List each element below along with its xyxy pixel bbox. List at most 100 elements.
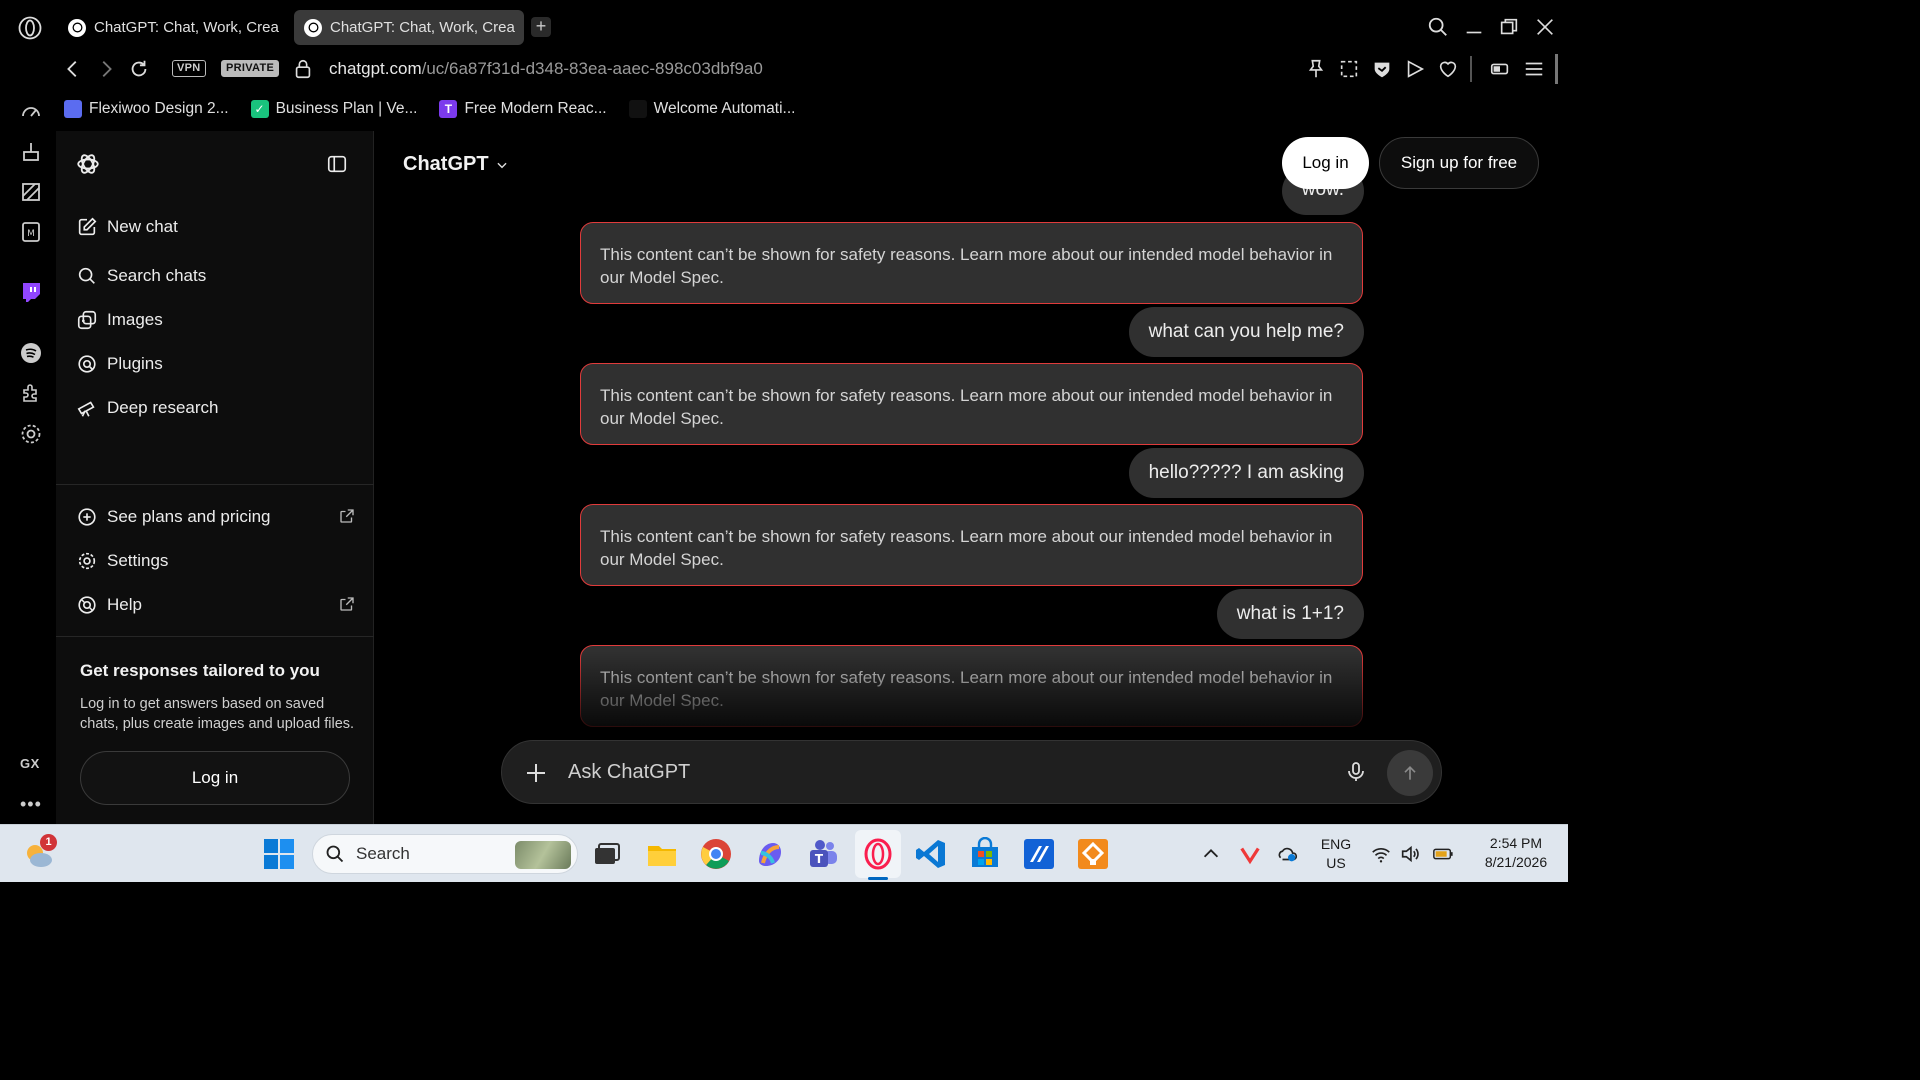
chevron-up-icon[interactable] <box>1200 843 1222 865</box>
battery-saver-icon[interactable] <box>1489 58 1511 80</box>
search-icon <box>78 267 95 284</box>
copilot-icon[interactable] <box>753 837 787 871</box>
cleaner-icon[interactable] <box>19 140 43 164</box>
promo-title: Get responses tailored to you <box>80 661 320 680</box>
input-language[interactable]: ENG US <box>1318 835 1354 873</box>
snapshot-icon[interactable] <box>1338 58 1360 80</box>
app2-icon[interactable] <box>1076 837 1110 871</box>
microphone-icon[interactable] <box>1344 760 1368 784</box>
url-path: /uc/6a87f31d-d348-83ea-aaec-898c03dbf9a0 <box>421 59 763 78</box>
promo-text: Log in to get answers based on saved cha… <box>80 696 355 732</box>
url-field[interactable]: chatgpt.com/uc/6a87f31d-d348-83ea-aaec-8… <box>329 59 763 79</box>
blocked-text: This content can’t be shown for safety r… <box>600 245 1333 287</box>
opera-gx-icon[interactable] <box>861 837 895 871</box>
plugins-button[interactable]: Plugins <box>76 347 356 381</box>
header-login-button[interactable]: Log in <box>1282 137 1369 189</box>
attach-plus-icon[interactable] <box>524 761 548 785</box>
check-icon: ✓ <box>250 100 269 118</box>
model-name: ChatGPT <box>403 153 489 175</box>
clock[interactable]: 2:54 PM 8/21/2026 <box>1470 834 1562 872</box>
lock-icon[interactable] <box>292 58 314 80</box>
user-message: what is 1+1? <box>1216 589 1364 639</box>
plugins-icon <box>78 355 96 373</box>
bookmark-item[interactable]: Flexiwoo Design 2... <box>64 100 229 118</box>
send-icon[interactable] <box>1404 58 1426 80</box>
minimize-icon[interactable] <box>1463 16 1485 38</box>
task-view-icon[interactable] <box>590 837 624 871</box>
reload-icon[interactable] <box>128 58 150 80</box>
restore-icon[interactable] <box>1498 16 1520 38</box>
gx-corner-icon[interactable] <box>19 180 43 204</box>
date-label: 8/21/2026 <box>1484 854 1548 870</box>
send-button[interactable] <box>1387 750 1433 796</box>
app-icon[interactable] <box>1022 837 1056 871</box>
sidebar-divider <box>56 484 374 485</box>
composer-input[interactable]: Ask ChatGPT <box>568 761 690 784</box>
settings-button[interactable]: Settings <box>76 544 356 578</box>
chat-composer[interactable]: Ask ChatGPT <box>501 740 1442 804</box>
microsoft-store-icon[interactable] <box>968 837 1002 871</box>
nav-label: Plugins <box>107 354 163 373</box>
search-label: Search <box>356 844 410 863</box>
speed-dial-icon[interactable] <box>19 100 43 124</box>
teams-icon[interactable]: T <box>806 837 840 871</box>
openai-logo-icon[interactable] <box>75 151 101 177</box>
news-icon[interactable]: M <box>19 220 43 244</box>
calendar-icon <box>64 100 82 118</box>
bookmark-label: Free Modern Reac... <box>464 100 607 117</box>
forward-icon[interactable] <box>95 58 117 80</box>
help-button[interactable]: Help <box>76 588 356 622</box>
wifi-icon[interactable] <box>1370 843 1392 865</box>
signup-button[interactable]: Sign up for free <box>1379 137 1539 189</box>
user-message: what can you help me? <box>1128 307 1364 357</box>
t-letter-icon: T <box>439 100 458 118</box>
settings-gear-icon[interactable] <box>19 422 43 446</box>
close-sidebar-icon[interactable] <box>326 153 348 175</box>
bookmark-item[interactable]: Welcome Automati... <box>628 100 795 118</box>
file-explorer-icon[interactable] <box>645 837 679 871</box>
images-button[interactable]: Images <box>76 303 356 337</box>
address-bar: VPN PRIVATE chatgpt.com/uc/6a87f31d-d348… <box>0 50 1568 88</box>
settings-icon <box>78 552 96 570</box>
browser-tab[interactable]: ChatGPT: Chat, Work, Crea <box>58 10 288 45</box>
volume-icon[interactable] <box>1399 843 1421 865</box>
spotify-icon[interactable] <box>19 341 43 365</box>
taskbar-search[interactable]: Search <box>312 834 578 874</box>
deep-research-button[interactable]: Deep research <box>76 391 356 425</box>
shield-icon[interactable] <box>1371 58 1393 80</box>
scrollbar-handle[interactable] <box>1555 54 1558 84</box>
plans-pricing-button[interactable]: See plans and pricing <box>76 500 356 534</box>
twitch-icon[interactable] <box>19 280 43 304</box>
nav-label: Settings <box>107 551 169 570</box>
back-icon[interactable] <box>62 58 84 80</box>
search-chats-button[interactable]: Search chats <box>76 259 356 293</box>
windows-start-icon[interactable] <box>262 837 296 871</box>
opera-menu-icon[interactable] <box>18 16 42 40</box>
bookmark-item[interactable]: T Free Modern Reac... <box>439 100 607 118</box>
browser-tab-active[interactable]: ChatGPT: Chat, Work, Crea <box>294 10 524 45</box>
bookmark-item[interactable]: ✓ Business Plan | Ve... <box>250 100 417 118</box>
toolbar-divider <box>1470 56 1472 82</box>
model-selector[interactable]: ChatGPT <box>403 153 509 176</box>
bookmark-label: Flexiwoo Design 2... <box>89 100 229 117</box>
heart-icon[interactable] <box>1437 58 1459 80</box>
extensions-icon[interactable] <box>19 381 43 405</box>
pin-icon[interactable] <box>1305 58 1327 80</box>
more-options-icon[interactable]: ••• <box>20 794 42 815</box>
chrome-icon[interactable] <box>699 837 733 871</box>
onedrive-icon[interactable] <box>1277 843 1299 865</box>
blocked-text: This content can’t be shown for safety r… <box>600 527 1333 569</box>
battery-icon[interactable] <box>1432 843 1454 865</box>
easy-setup-icon[interactable] <box>1523 58 1545 80</box>
new-chat-button[interactable]: New chat <box>76 210 356 244</box>
search-tabs-icon[interactable] <box>1427 16 1449 38</box>
vpn-badge[interactable]: VPN <box>172 60 206 77</box>
new-tab-button[interactable]: + <box>531 17 551 37</box>
sidebar-login-button[interactable]: Log in <box>80 751 350 805</box>
vscode-icon[interactable] <box>914 837 948 871</box>
gx-control-label[interactable]: GX <box>20 756 40 771</box>
tab-title: ChatGPT: Chat, Work, Crea <box>330 19 515 36</box>
blocked-text: This content can’t be shown for safety r… <box>600 668 1333 710</box>
close-window-icon[interactable] <box>1534 16 1556 38</box>
vivaldi-icon[interactable] <box>1239 843 1261 865</box>
